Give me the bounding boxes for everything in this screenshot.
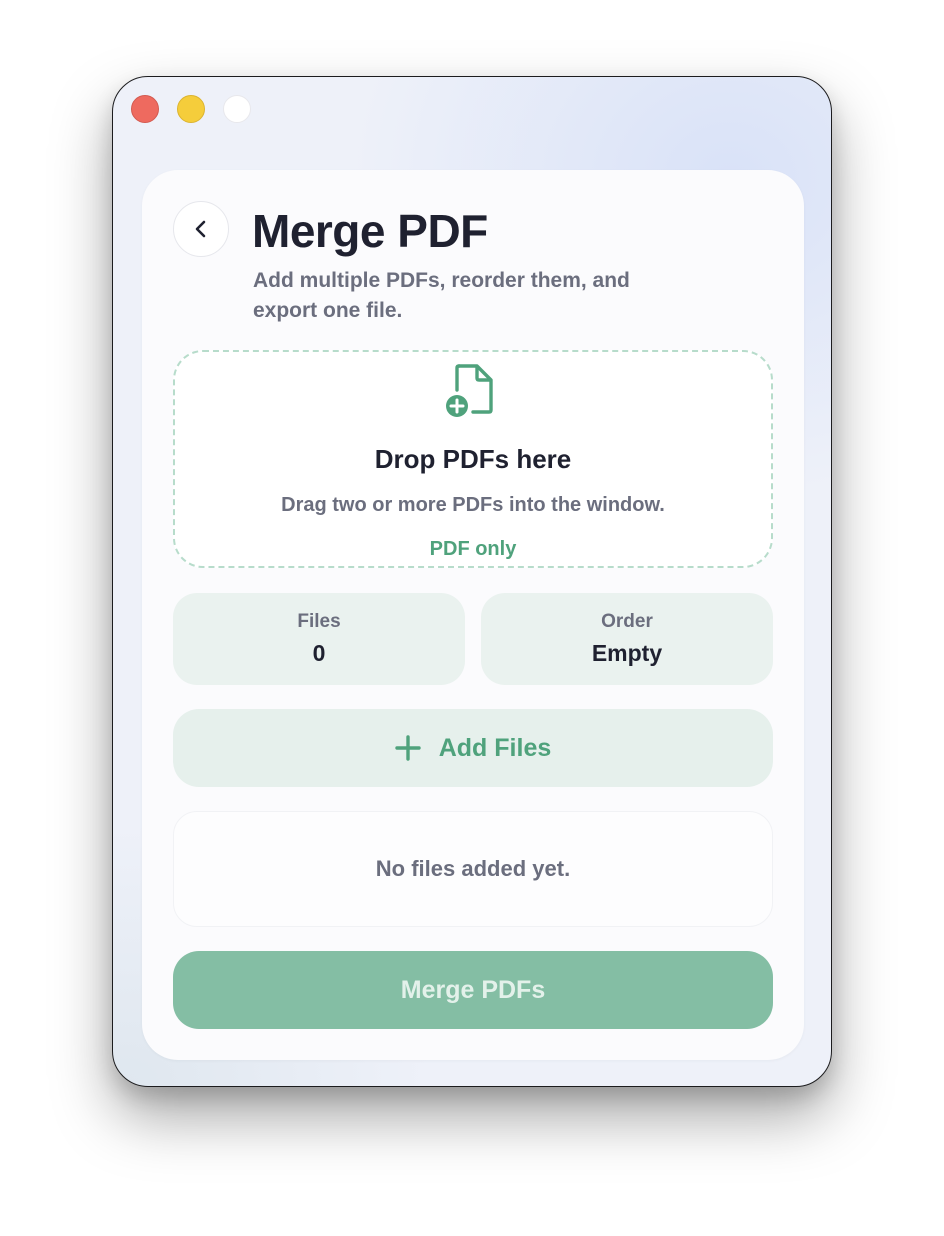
merge-panel: Merge PDF Add multiple PDFs, reorder the… xyxy=(142,170,804,1060)
document-plus-icon xyxy=(446,364,493,417)
chevron-left-icon xyxy=(195,220,206,238)
files-count-label: Files xyxy=(297,611,341,632)
file-list: No files added yet. xyxy=(173,811,773,927)
drop-zone-description: Drag two or more PDFs into the window. xyxy=(281,494,665,516)
order-status-value: Empty xyxy=(591,640,663,666)
back-button[interactable] xyxy=(173,201,229,257)
add-files-button[interactable]: Add Files xyxy=(173,709,773,787)
merge-pdfs-label: Merge PDFs xyxy=(400,975,546,1004)
zoom-window-button[interactable] xyxy=(223,95,251,123)
pdf-drop-zone[interactable]: Drop PDFs here Drag two or more PDFs int… xyxy=(173,350,773,568)
app-window: Merge PDF Add multiple PDFs, reorder the… xyxy=(112,76,832,1087)
file-type-badge: PDF only xyxy=(429,538,517,560)
empty-state-message: No files added yet. xyxy=(375,856,571,881)
files-count-value: 0 xyxy=(312,640,326,666)
plus-icon xyxy=(395,735,421,761)
page-subtitle: Add multiple PDFs, reorder them, and exp… xyxy=(253,269,630,322)
order-status-tile: Order Empty xyxy=(481,593,773,685)
close-window-button[interactable] xyxy=(131,95,159,123)
minimize-window-button[interactable] xyxy=(177,95,205,123)
window-controls xyxy=(131,95,251,123)
files-count-tile: Files 0 xyxy=(173,593,465,685)
merge-pdfs-button[interactable]: Merge PDFs xyxy=(173,951,773,1029)
page-title: Merge PDF xyxy=(252,205,488,257)
order-status-label: Order xyxy=(601,611,653,632)
drop-zone-title: Drop PDFs here xyxy=(374,444,572,474)
add-files-label: Add Files xyxy=(438,733,552,762)
